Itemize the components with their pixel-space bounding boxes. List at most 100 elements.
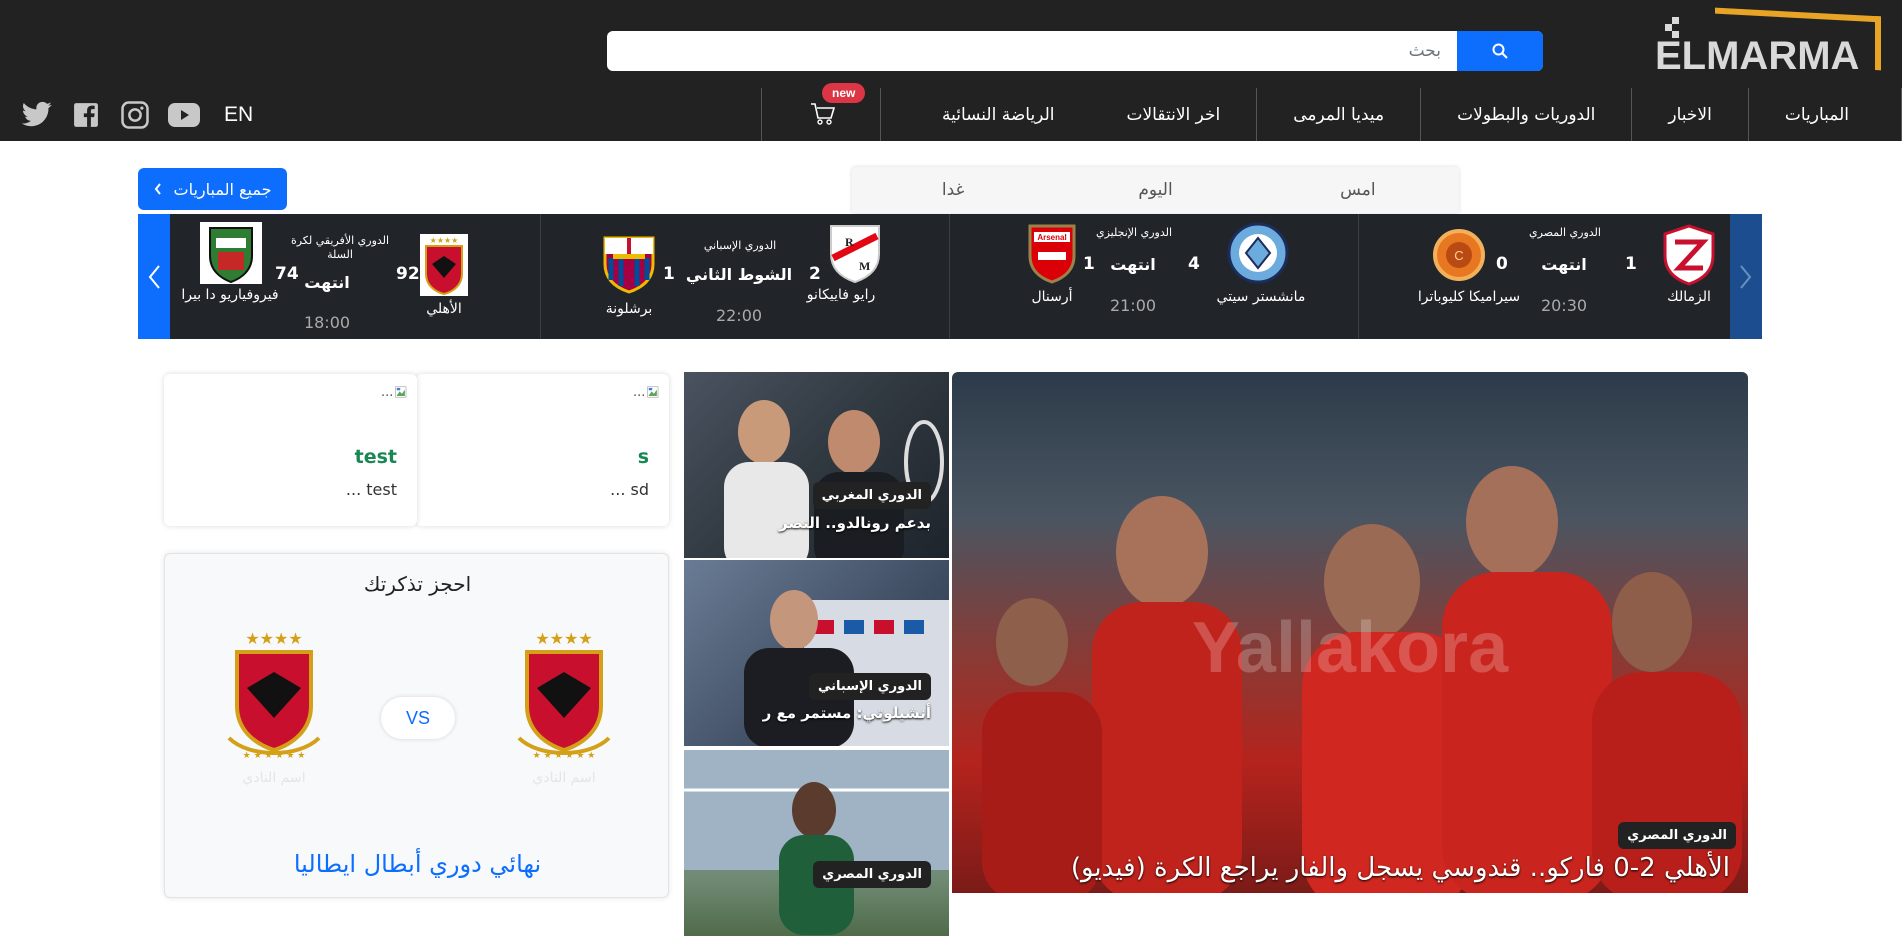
news-thumb-league-tag[interactable]: الدوري الإسباني [809,673,931,700]
team-crest-rayo: RM [825,222,881,284]
home-team-name: الأهلي [426,301,462,317]
home-score: 4 [1188,254,1200,274]
broken-image-icon [395,386,407,398]
chevron-right-icon [1740,264,1752,289]
news-thumb[interactable]: الدوري الإسباني أنشيلوتي: مستمر مع ر [684,560,949,746]
broken-image-icon [647,386,659,398]
search-bar [607,31,1543,71]
league-name: الدوري المصري [1529,226,1601,239]
ticket-home-crest: ★★★★ ★ ★ ★ ★ ★ ★ [509,629,619,762]
away-score: 74 [275,264,299,284]
match-time: 18:00 [303,313,351,332]
facebook-icon[interactable] [69,98,102,131]
nav-matches[interactable]: المباريات [1749,88,1902,141]
away-team-name: فيروفياريو دا بيرا [181,287,279,303]
match-card[interactable]: RM رايو فاييكانو 2 الدوري الإسباني الشوط… [540,214,949,339]
card-excerpt: test ... [345,480,397,499]
vs-badge: VS [381,697,455,739]
youtube-icon[interactable] [167,98,200,131]
site-logo[interactable]: ELMARMA [1655,7,1885,82]
home-score: 2 [809,264,821,284]
instagram-icon[interactable] [118,98,151,131]
language-toggle[interactable]: EN [224,103,253,127]
news-thumb-league-tag[interactable]: الدوري المغربي [812,482,931,509]
card-image: ... [633,382,659,402]
search-input[interactable] [607,31,1455,71]
match-status: الشوط الثاني [685,265,793,284]
nav-media[interactable]: ميديا المرمى [1257,88,1422,141]
svg-text:R: R [845,235,854,249]
svg-text:★★★★: ★★★★ [430,236,459,245]
league-name: الدوري الإنجليزي [1095,226,1173,239]
match-time: 22:00 [715,306,763,325]
ticket-home-club-name: اسم النادي [532,770,596,786]
team-crest-ceramica: C [1431,224,1487,286]
ticket-away-crest: ★★★★ ★ ★ ★ ★ ★ ★ [219,629,329,762]
away-score: 1 [663,264,675,284]
ticket-booking-panel: احجز تذكرتك ★★★★ ★ ★ ★ ★ ★ ★ اسم النادي V… [164,553,669,898]
ticket-event-name[interactable]: نهائي دوري أبطال ايطاليا [165,850,670,878]
svg-text:C: C [1454,248,1463,263]
home-team-name: مانشستر سيتي [1216,289,1306,305]
svg-text:Yallakora: Yallakora [1192,608,1509,688]
card-title: test [354,446,397,468]
match-card[interactable]: الزمالك 1 الدوري المصري انتهت 20:30 0 C … [1358,214,1730,339]
day-tomorrow-tab[interactable]: غدا [852,180,1054,200]
home-team-name: رايو فاييكانو [806,287,876,303]
team-crest-arsenal: Arsenal [1024,222,1080,284]
card-title: s [637,446,649,468]
day-yesterday-tab[interactable]: امس [1257,180,1459,200]
match-card[interactable]: ★★★★ الأهلي 92 الدوري الأفريقي لكرة السل… [170,214,540,339]
league-name: الدوري الإسباني [703,239,777,252]
day-today-tab[interactable]: اليوم [1054,180,1256,200]
league-name: الدوري الأفريقي لكرة السلة [290,234,390,261]
new-badge: new [822,83,866,103]
news-thumb-league-tag[interactable]: الدوري المصري [813,861,931,888]
broken-image-alt: ... [633,384,646,400]
featured-article-headline[interactable]: الأهلي 2-0 فاركو.. قندوسي يسجل والفار ير… [1071,853,1730,883]
home-score: 1 [1625,254,1637,274]
news-thumb-title: أنشيلوتي: مستمر مع ر [762,704,931,722]
match-status: انتهت [1541,255,1587,274]
logo-text: ELMARMA [1655,34,1860,78]
card-excerpt: sd ... [610,480,649,499]
away-score: 0 [1496,254,1508,274]
cart-icon [811,103,836,125]
day-selector: امس اليوم غدا [852,167,1459,213]
team-crest-ferroviario [200,222,262,284]
nav-transfers[interactable]: اخر الانتقالات [1090,88,1258,141]
nav-women-sports[interactable]: الرياضة النسائية [906,88,1091,141]
home-team-name: الزمالك [1667,289,1711,305]
nav-leagues[interactable]: الدوريات والبطولات [1421,88,1633,141]
away-score: 1 [1083,254,1095,274]
search-button[interactable] [1457,31,1543,71]
all-matches-button[interactable]: جميع المباريات [138,168,287,210]
match-card[interactable]: مانشستر سيتي 4 الدوري الإنجليزي انتهت 21… [949,214,1358,339]
home-score: 92 [396,264,420,284]
chevron-left-icon [148,264,160,289]
team-crest-barcelona [601,234,657,296]
svg-text:M: M [859,259,870,273]
logo-square [1665,24,1672,31]
svg-text:★★★★: ★★★★ [245,630,302,648]
main-nav: المباريات الاخبار الدوريات والبطولات ميد… [906,88,1902,141]
featured-article[interactable]: Yallakora الدوري المصري الأهلي 2-0 فاركو… [952,372,1748,893]
news-thumb-title: بدعم رونالدو.. النصر [779,514,931,532]
away-team-name: أرسنال [1031,289,1073,305]
strip-prev-button[interactable] [138,214,170,339]
nav-news[interactable]: الاخبار [1632,88,1749,141]
team-crest-al-ahly: ★★★★ [420,234,476,296]
article-card[interactable]: ... test test ... [164,374,417,526]
news-thumb[interactable]: الدوري المغربي بدعم رونالدو.. النصر [684,372,949,558]
ticket-away-club-name: اسم النادي [242,770,306,786]
card-image: ... [381,382,407,402]
store-cart-link[interactable]: new [761,83,881,141]
news-thumb[interactable]: الدوري المصري [684,750,949,936]
away-team-name: سيراميكا كليوباترا [1417,289,1521,305]
social-links: EN [20,98,253,131]
article-card[interactable]: ... s sd ... [416,374,669,526]
strip-next-button[interactable] [1730,214,1762,339]
ticket-title: احجز تذكرتك [363,572,472,596]
featured-article-league-tag[interactable]: الدوري المصري [1618,822,1736,849]
twitter-icon[interactable] [20,98,53,131]
